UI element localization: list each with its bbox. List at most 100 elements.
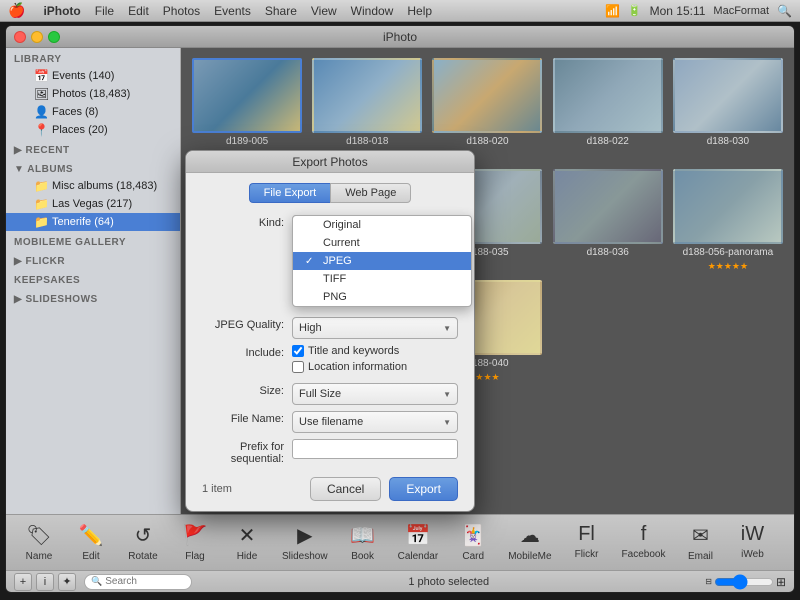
size-value: Full Size bbox=[299, 388, 341, 400]
dropdown-label: TIFF bbox=[323, 273, 346, 285]
filename-row: File Name: Use filename ▼ bbox=[202, 411, 458, 433]
flickr-section-header[interactable]: ▶ FLICKR bbox=[6, 250, 180, 269]
toolbar-btn-slideshow[interactable]: ▶ Slideshow bbox=[274, 519, 336, 566]
thumbnail-image[interactable] bbox=[312, 58, 422, 133]
toolbar-btn-edit[interactable]: ✏️ Edit bbox=[66, 519, 116, 566]
toolbar-btn-calendar[interactable]: 📅 Calendar bbox=[390, 519, 447, 566]
close-button[interactable] bbox=[14, 31, 26, 43]
photos-menu[interactable]: Photos bbox=[163, 4, 200, 18]
location-checkbox[interactable] bbox=[292, 361, 304, 373]
window-menu[interactable]: Window bbox=[351, 4, 394, 18]
dropdown-item-original[interactable]: Original bbox=[293, 216, 471, 234]
events-menu[interactable]: Events bbox=[214, 4, 251, 18]
vegas-album-icon: 📁 bbox=[34, 197, 48, 211]
edit-menu[interactable]: Edit bbox=[128, 4, 149, 18]
toolbar-btn-facebook[interactable]: f Facebook bbox=[614, 519, 674, 566]
zoom-out-icon[interactable]: ⊟ bbox=[705, 577, 712, 586]
toolbar-btn-mobileme[interactable]: ☁ MobileMe bbox=[500, 519, 559, 566]
photo-thumb[interactable]: d188-056-panorama ★★★★★ bbox=[672, 169, 784, 272]
size-select[interactable]: Full Size ▼ bbox=[292, 383, 458, 405]
prefix-input[interactable] bbox=[292, 439, 458, 459]
toolbar-btn-card[interactable]: 🃏 Card bbox=[448, 519, 498, 566]
filename-select[interactable]: Use filename ▼ bbox=[292, 411, 458, 433]
sidebar-item-events[interactable]: 📅 Events (140) bbox=[6, 67, 180, 85]
zoom-in-icon[interactable]: ⊞ bbox=[776, 575, 786, 589]
toolbar-btn-book[interactable]: 📖 Book bbox=[338, 519, 388, 566]
dropdown-item-tiff[interactable]: TIFF bbox=[293, 270, 471, 288]
search-icon[interactable]: 🔍 bbox=[777, 4, 792, 18]
dialog-body: File Export Web Page Kind: JPEG ▼ Origin… bbox=[186, 173, 474, 511]
photo-stars: ★★★ bbox=[475, 372, 499, 383]
photo-thumb[interactable]: d188-020 bbox=[431, 58, 543, 161]
zoom-slider[interactable]: ⊟ ⊞ bbox=[705, 574, 786, 590]
dropdown-item-current[interactable]: Current bbox=[293, 234, 471, 252]
photo-thumb[interactable]: d188-036 bbox=[552, 169, 664, 272]
photo-thumb[interactable]: d189-005 ★★★ bbox=[191, 58, 303, 161]
search-box[interactable]: 🔍 bbox=[84, 574, 192, 590]
dropdown-item-jpeg[interactable]: ✓ JPEG bbox=[293, 252, 471, 270]
photo-stars: ★★★★★ bbox=[708, 261, 748, 272]
apple-logo-icon[interactable]: 🍎 bbox=[8, 2, 25, 19]
action-button[interactable]: ✦ bbox=[58, 573, 76, 591]
title-keywords-row: Title and keywords bbox=[292, 345, 458, 357]
sidebar-item-places[interactable]: 📍 Places (20) bbox=[6, 121, 180, 139]
sidebar-item-tenerife[interactable]: 📁 Tenerife (64) bbox=[6, 213, 180, 231]
toolbar-btn-flag[interactable]: 🚩 Flag bbox=[170, 519, 220, 566]
info-button[interactable]: i bbox=[36, 573, 54, 591]
sidebar-item-faces[interactable]: 👤 Faces (8) bbox=[6, 103, 180, 121]
export-button[interactable]: Export bbox=[389, 477, 458, 501]
toolbar-btn-rotate[interactable]: ↺ Rotate bbox=[118, 519, 168, 566]
sidebar-item-misc[interactable]: 📁 Misc albums (18,483) bbox=[6, 177, 180, 195]
file-menu[interactable]: File bbox=[95, 4, 114, 18]
slideshows-section-header[interactable]: ▶ SLIDESHOWS bbox=[6, 288, 180, 307]
jpeg-quality-value: High bbox=[299, 322, 322, 334]
kind-dropdown: Original Current ✓ JPEG TIFF bbox=[292, 215, 472, 307]
events-icon: 📅 bbox=[34, 69, 48, 83]
toolbar-btn-label: Rotate bbox=[128, 551, 157, 562]
dropdown-label: Current bbox=[323, 237, 360, 249]
places-icon: 📍 bbox=[34, 123, 48, 137]
filename-control: Use filename ▼ bbox=[292, 411, 458, 433]
albums-section-header[interactable]: ▼ ALBUMS bbox=[6, 158, 180, 177]
sidebar-item-photos[interactable]: 🖼 Photos (18,483) bbox=[6, 85, 180, 103]
thumbnail-image[interactable] bbox=[673, 58, 783, 133]
toolbar-btn-iweb[interactable]: iW iWeb bbox=[727, 519, 777, 566]
photo-thumb[interactable]: d188-030 bbox=[672, 58, 784, 161]
thumbnail-image[interactable] bbox=[553, 58, 663, 133]
toolbar-btn-flickr[interactable]: Fl Flickr bbox=[562, 519, 612, 566]
add-button[interactable]: + bbox=[14, 573, 32, 591]
toolbar-btn-name[interactable]: 🏷 Name bbox=[14, 519, 64, 566]
thumbnail-image[interactable] bbox=[553, 169, 663, 244]
thumbnail-image[interactable] bbox=[673, 169, 783, 244]
size-label: Size: bbox=[202, 383, 292, 397]
tab-file-export[interactable]: File Export bbox=[249, 183, 331, 203]
sidebar-label-vegas: Las Vegas (217) bbox=[52, 198, 132, 210]
minimize-button[interactable] bbox=[31, 31, 43, 43]
photo-thumb[interactable]: d188-018 ★★★★ bbox=[311, 58, 423, 161]
tab-web-page[interactable]: Web Page bbox=[330, 183, 411, 203]
dialog-tabs: File Export Web Page bbox=[202, 183, 458, 203]
dropdown-item-png[interactable]: PNG bbox=[293, 288, 471, 306]
share-menu[interactable]: Share bbox=[265, 4, 297, 18]
search-input[interactable] bbox=[105, 576, 185, 587]
mobileme-section-header[interactable]: MOBILEME GALLERY bbox=[6, 231, 180, 250]
toolbar-btn-hide[interactable]: ✕ Hide bbox=[222, 519, 272, 566]
thumbnail-image[interactable] bbox=[432, 58, 542, 133]
window-title: iPhoto bbox=[383, 30, 417, 44]
photo-thumb[interactable]: d188-022 bbox=[552, 58, 664, 161]
cancel-button[interactable]: Cancel bbox=[310, 477, 381, 501]
bottom-toolbar: 🏷 Name ✏️ Edit ↺ Rotate 🚩 Flag ✕ Hide ▶ … bbox=[6, 514, 794, 570]
title-keywords-checkbox[interactable] bbox=[292, 345, 304, 357]
thumbnail-image[interactable] bbox=[192, 58, 302, 133]
jpeg-quality-select[interactable]: High ▼ bbox=[292, 317, 458, 339]
toolbar-icon: ▶ bbox=[297, 523, 312, 548]
help-menu[interactable]: Help bbox=[407, 4, 432, 18]
maximize-button[interactable] bbox=[48, 31, 60, 43]
sidebar-item-vegas[interactable]: 📁 Las Vegas (217) bbox=[6, 195, 180, 213]
prefix-label: Prefix for sequential: bbox=[202, 439, 292, 465]
toolbar-icon: ✕ bbox=[239, 523, 256, 548]
zoom-range[interactable] bbox=[714, 574, 774, 590]
toolbar-btn-email[interactable]: ✉ Email bbox=[675, 519, 725, 566]
prefix-row: Prefix for sequential: bbox=[202, 439, 458, 465]
view-menu[interactable]: View bbox=[311, 4, 337, 18]
